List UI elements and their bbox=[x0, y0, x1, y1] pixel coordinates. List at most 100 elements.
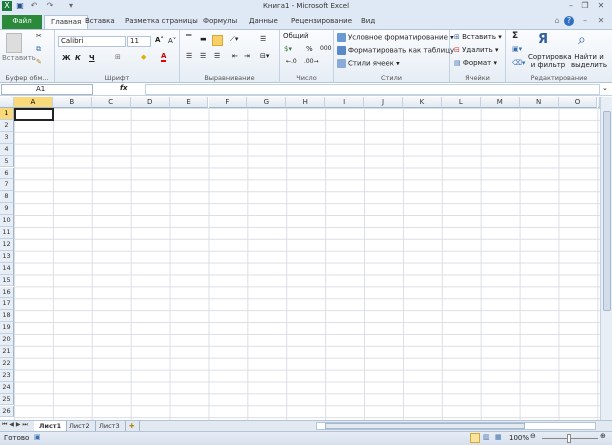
row-header-21[interactable]: 21 bbox=[0, 346, 14, 358]
help-icon[interactable]: ? bbox=[564, 16, 574, 26]
column-header-I[interactable]: I bbox=[325, 97, 365, 108]
cell-area[interactable] bbox=[14, 108, 600, 420]
currency-icon[interactable]: $▾ bbox=[284, 45, 292, 53]
insert-cells-button[interactable]: ⊞ Вставить ▾ bbox=[454, 33, 502, 41]
paste-button[interactable]: Вставить bbox=[2, 54, 36, 62]
row-header-22[interactable]: 22 bbox=[0, 357, 14, 370]
name-box[interactable]: A1 bbox=[1, 84, 93, 95]
vertical-scrollbar[interactable] bbox=[600, 97, 612, 420]
column-header-J[interactable]: J bbox=[364, 97, 403, 108]
row-header-12[interactable]: 12 bbox=[0, 238, 14, 251]
autosum-button[interactable]: Σ bbox=[512, 31, 518, 41]
tab-data[interactable]: Данные bbox=[243, 15, 284, 29]
workbook-minimize-button[interactable]: – bbox=[580, 16, 590, 26]
increase-decimal-icon[interactable]: ←.0 bbox=[286, 58, 297, 65]
row-header-26[interactable]: 26 bbox=[0, 405, 14, 418]
collapse-ribbon-icon[interactable]: ⌂ bbox=[552, 16, 562, 26]
sort-filter-button[interactable]: Сортировка и фильтр bbox=[528, 53, 572, 69]
column-header-M[interactable]: M bbox=[480, 97, 520, 108]
tab-formulas[interactable]: Формулы bbox=[197, 15, 243, 29]
active-cell-A1[interactable] bbox=[14, 108, 54, 121]
fill-icon[interactable]: ▣▾ bbox=[512, 45, 522, 53]
normal-view-icon[interactable] bbox=[470, 433, 480, 443]
row-header-5[interactable]: 5 bbox=[0, 155, 14, 168]
zoom-level[interactable]: 100% bbox=[509, 434, 529, 442]
workbook-close-button[interactable]: ✕ bbox=[596, 16, 606, 26]
row-header-14[interactable]: 14 bbox=[0, 262, 14, 275]
minimize-button[interactable]: – bbox=[566, 1, 576, 11]
row-header-6[interactable]: 6 bbox=[0, 167, 14, 180]
horizontal-scroll-thumb[interactable] bbox=[325, 423, 525, 429]
orientation-icon[interactable]: ⟋▾ bbox=[230, 35, 238, 44]
row-header-18[interactable]: 18 bbox=[0, 310, 14, 323]
sheet-tab-1[interactable]: Лист1 bbox=[34, 421, 68, 431]
row-header-16[interactable]: 16 bbox=[0, 286, 14, 299]
sheet-nav-icons[interactable]: ⏮ ◀ ▶ ⏭ bbox=[2, 421, 28, 429]
row-header-9[interactable]: 9 bbox=[0, 203, 14, 216]
format-as-table-button[interactable]: Форматировать как таблицу bbox=[337, 46, 454, 55]
italic-button[interactable]: К bbox=[75, 54, 81, 62]
sheet-tab-2[interactable]: Лист2 bbox=[64, 421, 96, 431]
row-header-25[interactable]: 25 bbox=[0, 393, 14, 406]
column-header-K[interactable]: K bbox=[403, 97, 442, 108]
row-header-23[interactable]: 23 bbox=[0, 369, 14, 382]
row-header-15[interactable]: 15 bbox=[0, 274, 14, 287]
borders-icon[interactable]: ⊞ bbox=[115, 53, 121, 61]
format-painter-icon[interactable]: ✎ bbox=[36, 58, 42, 66]
column-header-F[interactable]: F bbox=[208, 97, 248, 108]
column-header-C[interactable]: C bbox=[91, 97, 131, 108]
format-cells-button[interactable]: ▤ Формат ▾ bbox=[454, 59, 497, 67]
insert-sheet-icon[interactable]: ✚ bbox=[124, 421, 141, 431]
row-header-7[interactable]: 7 bbox=[0, 179, 14, 192]
zoom-out-button[interactable]: ⊖ bbox=[530, 432, 536, 440]
font-size-select[interactable]: 11 bbox=[127, 36, 151, 47]
copy-icon[interactable]: ⧉ bbox=[36, 45, 41, 54]
column-header-D[interactable]: D bbox=[130, 97, 170, 108]
column-header-O[interactable]: O bbox=[558, 97, 598, 108]
sheet-tab-3[interactable]: Лист3 bbox=[94, 421, 126, 431]
align-middle-icon[interactable]: ▬ bbox=[200, 35, 207, 43]
page-layout-view-icon[interactable]: ▥ bbox=[483, 433, 490, 441]
align-bottom-icon[interactable] bbox=[212, 35, 223, 46]
tab-review[interactable]: Рецензирование bbox=[285, 15, 358, 29]
row-header-4[interactable]: 4 bbox=[0, 143, 14, 156]
percent-button[interactable]: % bbox=[306, 45, 313, 53]
row-header-13[interactable]: 13 bbox=[0, 250, 14, 263]
row-header-2[interactable]: 2 bbox=[0, 119, 14, 132]
number-format-select[interactable]: Общий bbox=[283, 32, 331, 42]
zoom-slider-thumb[interactable] bbox=[567, 434, 571, 443]
tab-file[interactable]: Файл bbox=[2, 15, 42, 29]
select-all-corner[interactable] bbox=[0, 97, 14, 108]
tab-view[interactable]: Вид bbox=[355, 15, 381, 29]
column-header-L[interactable]: L bbox=[441, 97, 481, 108]
cut-icon[interactable]: ✂ bbox=[36, 32, 42, 40]
row-header-10[interactable]: 10 bbox=[0, 215, 14, 227]
decrease-indent-icon[interactable]: ⇤ bbox=[232, 52, 238, 60]
cell-styles-button[interactable]: Стили ячеек ▾ bbox=[337, 59, 400, 68]
find-select-button[interactable]: Найти и выделить bbox=[568, 53, 610, 69]
column-header-A[interactable]: A bbox=[14, 97, 53, 108]
font-color-icon[interactable]: A bbox=[161, 52, 167, 62]
row-header-20[interactable]: 20 bbox=[0, 334, 14, 346]
row-header-11[interactable]: 11 bbox=[0, 227, 14, 239]
column-header-B[interactable]: B bbox=[52, 97, 92, 108]
tab-insert[interactable]: Вставка bbox=[79, 15, 121, 29]
zoom-in-button[interactable]: ⊕ bbox=[600, 432, 606, 440]
expand-formula-bar-icon[interactable]: ⌄ bbox=[602, 84, 608, 92]
macro-record-icon[interactable]: ▣ bbox=[34, 433, 41, 441]
page-break-view-icon[interactable]: ▦ bbox=[495, 433, 502, 441]
row-header-24[interactable]: 24 bbox=[0, 381, 14, 394]
wrap-text-icon[interactable]: ☰ bbox=[260, 35, 266, 43]
column-header-N[interactable]: N bbox=[519, 97, 559, 108]
shrink-font-icon[interactable]: A˅ bbox=[168, 37, 176, 45]
insert-function-button[interactable]: fx bbox=[120, 84, 128, 92]
column-header-E[interactable]: E bbox=[169, 97, 209, 108]
font-name-select[interactable]: Calibri bbox=[58, 36, 126, 47]
delete-cells-button[interactable]: ⊟ Удалить ▾ bbox=[454, 46, 498, 54]
fill-color-icon[interactable]: ◆ bbox=[141, 53, 146, 61]
close-button[interactable]: ✕ bbox=[596, 1, 606, 11]
row-header-19[interactable]: 19 bbox=[0, 322, 14, 335]
grow-font-icon[interactable]: A˄ bbox=[155, 36, 164, 44]
restore-button[interactable]: ❐ bbox=[580, 1, 590, 11]
underline-button[interactable]: Ч bbox=[89, 54, 95, 62]
